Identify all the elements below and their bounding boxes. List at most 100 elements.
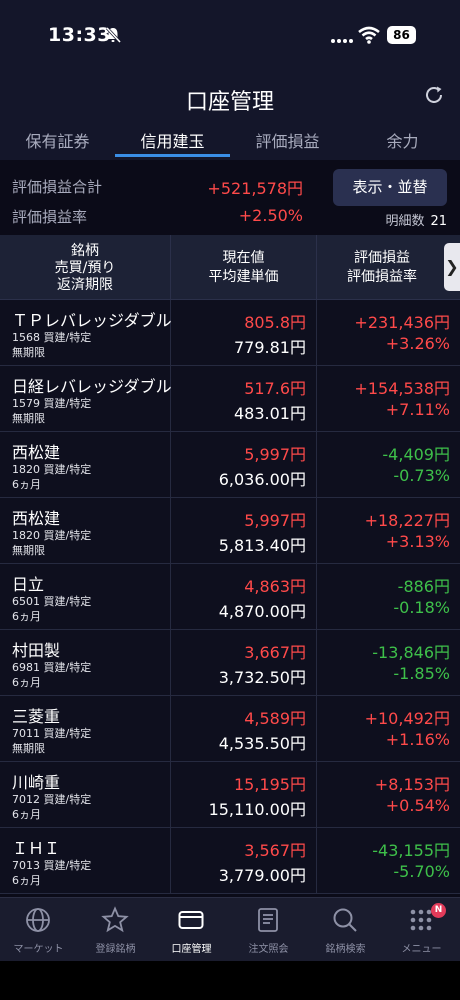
table-row[interactable]: 西松建 1820 買建/特定 無期限 5,997円 5,813.40円 +18,…: [0, 498, 460, 564]
table-row[interactable]: 日経レバレッジダブル 1579 買建/特定 無期限 517.6円 483.01円…: [0, 366, 460, 432]
table-header: 銘柄 売買/預り 返済期限 現在値 平均建単価 評価損益 評価損益率: [0, 235, 460, 300]
average-price: 779.81円: [234, 338, 306, 357]
tabbar-search[interactable]: 銘柄検索: [307, 898, 384, 961]
active-tab-indicator: [115, 154, 230, 157]
pl-rate-value: +2.50%: [238, 206, 303, 225]
repayment-term: 6ヵ月: [12, 478, 41, 491]
repayment-term: 6ヵ月: [12, 610, 41, 623]
average-price: 4,535.50円: [218, 734, 306, 753]
header-col-price[interactable]: 現在値 平均建単価: [171, 249, 316, 287]
issue-cell: 村田製 6981 買建/特定 6ヵ月: [0, 630, 171, 695]
chevron-right-icon: ❯: [445, 257, 459, 276]
pl-rate-label: 評価損益率: [12, 208, 88, 226]
tabbar-label: 銘柄検索: [325, 944, 366, 955]
pl-rate: +7.11%: [385, 400, 450, 419]
tab-buying-power[interactable]: 余力: [345, 128, 460, 158]
tabbar-watchlist[interactable]: 登録銘柄: [77, 898, 154, 961]
table-row[interactable]: ＩＨＩ 7013 買建/特定 6ヵ月 3,567円 3,779.00円 -43,…: [0, 828, 460, 894]
page-title: 口座管理: [185, 90, 274, 115]
price-cell: 3,567円 3,779.00円: [170, 828, 317, 893]
average-price: 4,870.00円: [218, 602, 306, 621]
issue-cell: ＴＰレバレッジダブル 1568 買建/特定 無期限: [0, 300, 172, 365]
table-row[interactable]: 川崎重 7012 買建/特定 6ヵ月 15,195円 15,110.00円 +8…: [0, 762, 460, 828]
detail-count-label: 明細数: [385, 214, 425, 229]
table-row[interactable]: 日立 6501 買建/特定 6ヵ月 4,863円 4,870.00円 -886円…: [0, 564, 460, 630]
repayment-term: 6ヵ月: [12, 676, 41, 689]
header-col-pl[interactable]: 評価損益 評価損益率: [317, 249, 447, 287]
wifi-icon: [358, 26, 380, 44]
pl-rate: +1.16%: [385, 730, 450, 749]
issue-cell: 三菱重 7011 買建/特定 無期限: [0, 696, 171, 761]
scroll-right-button[interactable]: ❯: [444, 243, 460, 291]
pl-rate: -0.18%: [393, 598, 450, 617]
issue-cell: 日立 6501 買建/特定 6ヵ月: [0, 564, 171, 629]
price-cell: 517.6円 483.01円: [170, 366, 317, 431]
display-sort-button[interactable]: 表示・並替: [333, 169, 447, 206]
current-price: 5,997円: [244, 511, 306, 530]
price-cell: 5,997円 5,813.40円: [170, 498, 317, 563]
tabbar-label: 注文照会: [248, 944, 289, 955]
table-row[interactable]: 村田製 6981 買建/特定 6ヵ月 3,667円 3,732.50円 -13,…: [0, 630, 460, 696]
header-avg-label: 平均建単価: [208, 269, 279, 285]
price-cell: 15,195円 15,110.00円: [170, 762, 317, 827]
issue-code-trade: 7011 買建/特定: [12, 727, 92, 740]
pl-rate: -5.70%: [393, 862, 450, 881]
issue-name: 三菱重: [12, 707, 61, 726]
average-price: 3,779.00円: [218, 866, 306, 885]
header-term-label: 返済期限: [57, 277, 113, 293]
issue-cell: 日経レバレッジダブル 1579 買建/特定 無期限: [0, 366, 172, 431]
issue-name: 西松建: [12, 443, 61, 462]
detail-count: 明細数 21: [385, 210, 447, 229]
repayment-term: 無期限: [12, 544, 45, 557]
tabbar-label: 口座管理: [171, 944, 212, 955]
current-price: 15,195円: [234, 775, 306, 794]
tabbar-account[interactable]: 口座管理: [153, 898, 230, 961]
document-icon: [258, 908, 278, 932]
table-row[interactable]: 西松建 1820 買建/特定 6ヵ月 5,997円 6,036.00円 -4,4…: [0, 432, 460, 498]
total-pl-value: +521,578円: [207, 179, 303, 198]
refresh-icon[interactable]: [423, 84, 445, 106]
summary-panel: 評価損益合計 +521,578円 評価損益率 +2.50% 表示・並替 明細数 2…: [0, 160, 460, 235]
pl-value: +18,227円: [364, 511, 450, 530]
issue-name: 日立: [12, 575, 45, 594]
tabbar-market[interactable]: マーケット: [0, 898, 77, 961]
tabbar-menu[interactable]: メニュー: [383, 898, 460, 961]
average-price: 6,036.00円: [218, 470, 306, 489]
bottom-tab-bar: マーケット 登録銘柄 口座管理 注文照会 銘柄検索 メニュー: [0, 897, 460, 961]
header-trade-label: 売買/預り: [54, 260, 116, 276]
issue-cell: 西松建 1820 買建/特定 無期限: [0, 498, 171, 563]
header-col-issue[interactable]: 銘柄 売買/預り 返済期限: [0, 243, 170, 294]
tabbar-label: メニュー: [401, 944, 442, 955]
price-cell: 4,863円 4,870.00円: [170, 564, 317, 629]
average-price: 15,110.00円: [208, 800, 306, 819]
pl-rate: -1.85%: [393, 664, 450, 683]
pl-value: +154,538円: [354, 379, 450, 398]
pl-value: -886円: [397, 577, 450, 596]
pl-rate: +3.13%: [385, 532, 450, 551]
table-row[interactable]: 三菱重 7011 買建/特定 無期限 4,589円 4,535.50円 +10,…: [0, 696, 460, 762]
repayment-term: 6ヵ月: [12, 874, 41, 887]
repayment-term: 無期限: [12, 412, 45, 425]
pl-rate: +3.26%: [385, 334, 450, 353]
table-row[interactable]: ＴＰレバレッジダブル 1568 買建/特定 無期限 805.8円 779.81円…: [0, 300, 460, 366]
current-price: 4,589円: [244, 709, 306, 728]
card-icon: [178, 911, 204, 929]
current-price: 517.6円: [244, 379, 306, 398]
header-price-label: 現在値: [222, 250, 265, 266]
average-price: 3,732.50円: [218, 668, 306, 687]
issue-name: 川崎重: [12, 773, 61, 792]
price-cell: 5,997円 6,036.00円: [170, 432, 317, 497]
pl-value: +8,153円: [374, 775, 450, 794]
issue-code-trade: 6501 買建/特定: [12, 595, 92, 608]
repayment-term: 無期限: [12, 346, 45, 359]
current-price: 3,667円: [244, 643, 306, 662]
tabbar-orders[interactable]: 注文照会: [230, 898, 307, 961]
globe-icon: [26, 908, 50, 932]
tab-valuation[interactable]: 評価損益: [230, 128, 345, 158]
tab-holdings[interactable]: 保有証券: [0, 128, 115, 158]
current-price: 805.8円: [244, 313, 306, 332]
app-header: 口座管理 保有証券 信用建玉 評価損益 余力: [0, 70, 460, 160]
header-pl-rate-label: 評価損益率: [347, 269, 417, 285]
average-price: 5,813.40円: [218, 536, 306, 555]
tabbar-label: マーケット: [13, 944, 64, 955]
